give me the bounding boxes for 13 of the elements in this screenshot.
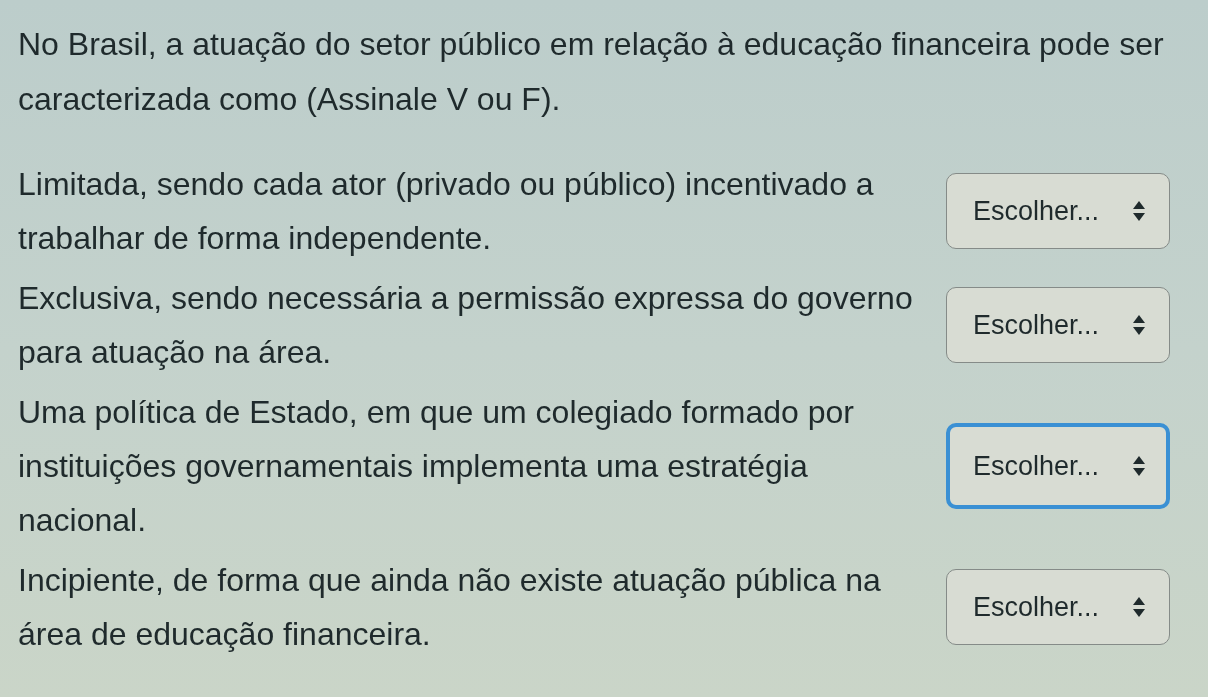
answer-dropdown[interactable]: Escolher... (946, 569, 1170, 645)
up-down-arrows-icon (1133, 456, 1145, 476)
answer-dropdown[interactable]: Escolher... (946, 423, 1170, 509)
answer-dropdown[interactable]: Escolher... (946, 173, 1170, 249)
up-down-arrows-icon (1133, 201, 1145, 221)
question-text: No Brasil, a atuação do setor público em relação à educação financeira pode ser caracterizada como (Assinale V ou F). (18, 25, 1165, 119)
answer-dropdown[interactable]: Escolher... (946, 287, 1170, 363)
statement-text: Incipiente, de forma que ainda não existe atuação pública na área de educação financeira. (18, 561, 882, 654)
statement-text: Uma política de Estado, em que um colegiado formado por instituições governamentais implementa uma estratégia nacional. (18, 393, 855, 540)
up-down-arrows-icon (1133, 597, 1145, 617)
statement-text: Exclusiva, sendo necessária a permissão expressa do governo para atuação na área. (18, 279, 914, 372)
up-down-arrows-icon (1133, 315, 1145, 335)
statement-text: Limitada, sendo cada ator (privado ou público) incentivado a trabalhar de forma independente. (18, 165, 875, 258)
